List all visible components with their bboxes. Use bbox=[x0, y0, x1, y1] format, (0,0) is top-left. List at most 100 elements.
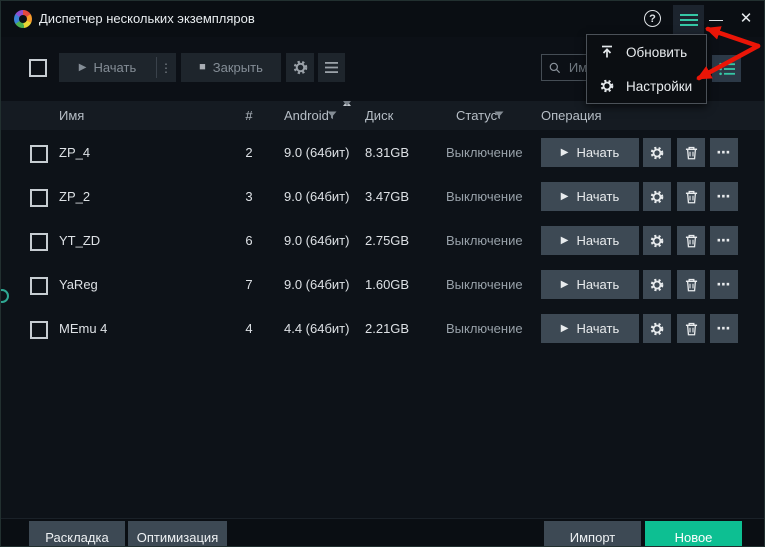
row-more-button[interactable]: ⋯ bbox=[710, 314, 738, 343]
instance-name: MEmu 4 bbox=[59, 321, 108, 336]
instance-status: Выключение bbox=[446, 321, 523, 336]
table-row[interactable]: ZP_4 2 9.0 (64бит) 8.31GB Выключение ▶ Н… bbox=[1, 131, 764, 175]
new-instance-button[interactable]: Новое bbox=[645, 521, 742, 546]
header-index: # bbox=[245, 108, 253, 123]
header-name: Имя bbox=[59, 108, 85, 123]
row-more-button[interactable]: ⋯ bbox=[710, 182, 738, 211]
instance-name: YaReg bbox=[59, 277, 98, 292]
instance-status: Выключение bbox=[446, 145, 523, 160]
row-settings-button[interactable] bbox=[643, 138, 671, 167]
view-toggle-button[interactable] bbox=[712, 55, 741, 82]
instance-status: Выключение bbox=[446, 189, 523, 204]
row-checkbox[interactable] bbox=[30, 321, 48, 339]
table-row[interactable]: ZP_2 3 9.0 (64бит) 3.47GB Выключение ▶ Н… bbox=[1, 175, 764, 219]
hamburger-icon bbox=[679, 14, 698, 26]
trash-icon bbox=[685, 234, 697, 247]
gear-icon bbox=[650, 278, 664, 291]
table-row[interactable]: MEmu 4 4 4.4 (64бит) 2.21GB Выключение ▶… bbox=[1, 307, 764, 351]
instance-disk: 2.21GB bbox=[365, 321, 410, 336]
row-settings-button[interactable] bbox=[643, 270, 671, 299]
menu-item-refresh[interactable]: Обновить bbox=[587, 35, 706, 69]
play-icon: ▶ bbox=[560, 278, 569, 290]
play-icon: ▶ bbox=[560, 322, 569, 334]
row-delete-button[interactable] bbox=[677, 314, 705, 343]
main-dropdown-menu: Обновить Настройки bbox=[586, 34, 707, 104]
more-icon: ⋯ bbox=[716, 232, 732, 248]
instance-disk: 8.31GB bbox=[365, 145, 410, 160]
layout-button[interactable]: Раскладка bbox=[29, 521, 125, 546]
titlebar: Диспетчер нескольких экземпляров ? — ✕ bbox=[1, 1, 764, 37]
gear-icon bbox=[650, 146, 664, 159]
gear-icon bbox=[600, 79, 614, 93]
menu-lines-icon bbox=[325, 62, 338, 73]
minimize-button[interactable]: — bbox=[704, 5, 728, 33]
start-all-button[interactable]: ▶ Начать ⋮ bbox=[59, 53, 176, 82]
row-settings-button[interactable] bbox=[643, 182, 671, 211]
search-icon bbox=[549, 62, 561, 73]
play-icon: ▶ bbox=[560, 234, 569, 246]
row-start-button[interactable]: ▶ Начать bbox=[541, 226, 639, 255]
table-row[interactable]: YaReg 7 9.0 (64бит) 1.60GB Выключение ▶ … bbox=[1, 263, 764, 307]
row-start-button[interactable]: ▶ Начать bbox=[541, 138, 639, 167]
window-title: Диспетчер нескольких экземпляров bbox=[39, 11, 255, 26]
android-filter-icon[interactable] bbox=[327, 111, 337, 120]
instance-name: YT_ZD bbox=[59, 233, 101, 248]
row-start-button[interactable]: ▶ Начать bbox=[541, 270, 639, 299]
start-options-icon[interactable]: ⋮ bbox=[157, 61, 175, 75]
row-settings-button[interactable] bbox=[643, 314, 671, 343]
row-checkbox[interactable] bbox=[30, 233, 48, 251]
table-header: Имя # Android Диск Статус Операция bbox=[1, 101, 764, 130]
play-icon: ▶ bbox=[78, 61, 87, 73]
instance-status: Выключение bbox=[446, 233, 523, 248]
header-android: Android bbox=[284, 108, 329, 123]
main-menu-button[interactable] bbox=[673, 5, 704, 35]
instance-android: 9.0 (64бит) bbox=[284, 145, 350, 160]
instance-index: 3 bbox=[245, 189, 253, 204]
more-icon: ⋯ bbox=[716, 144, 732, 160]
instance-disk: 2.75GB bbox=[365, 233, 410, 248]
row-delete-button[interactable] bbox=[677, 226, 705, 255]
instance-android: 9.0 (64бит) bbox=[284, 189, 350, 204]
gear-icon bbox=[650, 234, 664, 247]
row-delete-button[interactable] bbox=[677, 182, 705, 211]
gear-icon bbox=[293, 60, 307, 75]
instance-status: Выключение bbox=[446, 277, 523, 292]
row-start-button[interactable]: ▶ Начать bbox=[541, 182, 639, 211]
optimization-button[interactable]: Оптимизация bbox=[128, 521, 227, 546]
instance-name: ZP_2 bbox=[59, 189, 91, 204]
close-button[interactable]: ✕ bbox=[734, 5, 758, 33]
row-more-button[interactable]: ⋯ bbox=[710, 226, 738, 255]
row-more-button[interactable]: ⋯ bbox=[710, 270, 738, 299]
menu-item-label: Обновить bbox=[626, 44, 688, 60]
row-more-button[interactable]: ⋯ bbox=[710, 138, 738, 167]
gear-icon bbox=[650, 190, 664, 203]
close-all-label: Закрыть bbox=[212, 60, 263, 75]
row-checkbox[interactable] bbox=[30, 145, 48, 163]
row-delete-button[interactable] bbox=[677, 270, 705, 299]
menu-item-settings[interactable]: Настройки bbox=[587, 69, 706, 103]
trash-icon bbox=[685, 278, 697, 291]
status-filter-icon[interactable] bbox=[494, 111, 504, 120]
menu-item-label: Настройки bbox=[626, 78, 693, 94]
row-delete-button[interactable] bbox=[677, 138, 705, 167]
refresh-up-icon bbox=[602, 45, 612, 58]
help-button[interactable]: ? bbox=[644, 10, 661, 27]
import-button[interactable]: Импорт bbox=[544, 521, 641, 546]
header-operation: Операция bbox=[541, 108, 602, 123]
close-all-button[interactable]: ■ Закрыть bbox=[181, 53, 281, 82]
play-icon: ▶ bbox=[560, 190, 569, 202]
instance-index: 2 bbox=[245, 145, 253, 160]
row-checkbox[interactable] bbox=[30, 189, 48, 207]
select-all-checkbox[interactable] bbox=[29, 59, 47, 77]
batch-menu-button[interactable] bbox=[318, 53, 345, 82]
table-row[interactable]: YT_ZD 6 9.0 (64бит) 2.75GB Выключение ▶ … bbox=[1, 219, 764, 263]
instance-android: 9.0 (64бит) bbox=[284, 233, 350, 248]
batch-settings-button[interactable] bbox=[286, 53, 314, 82]
row-checkbox[interactable] bbox=[30, 277, 48, 295]
more-icon: ⋯ bbox=[716, 320, 732, 336]
row-start-button[interactable]: ▶ Начать bbox=[541, 314, 639, 343]
row-settings-button[interactable] bbox=[643, 226, 671, 255]
footer-bar: Раскладка Оптимизация Импорт Новое bbox=[1, 518, 764, 546]
instance-index: 4 bbox=[245, 321, 253, 336]
start-all-label: Начать bbox=[93, 60, 137, 75]
